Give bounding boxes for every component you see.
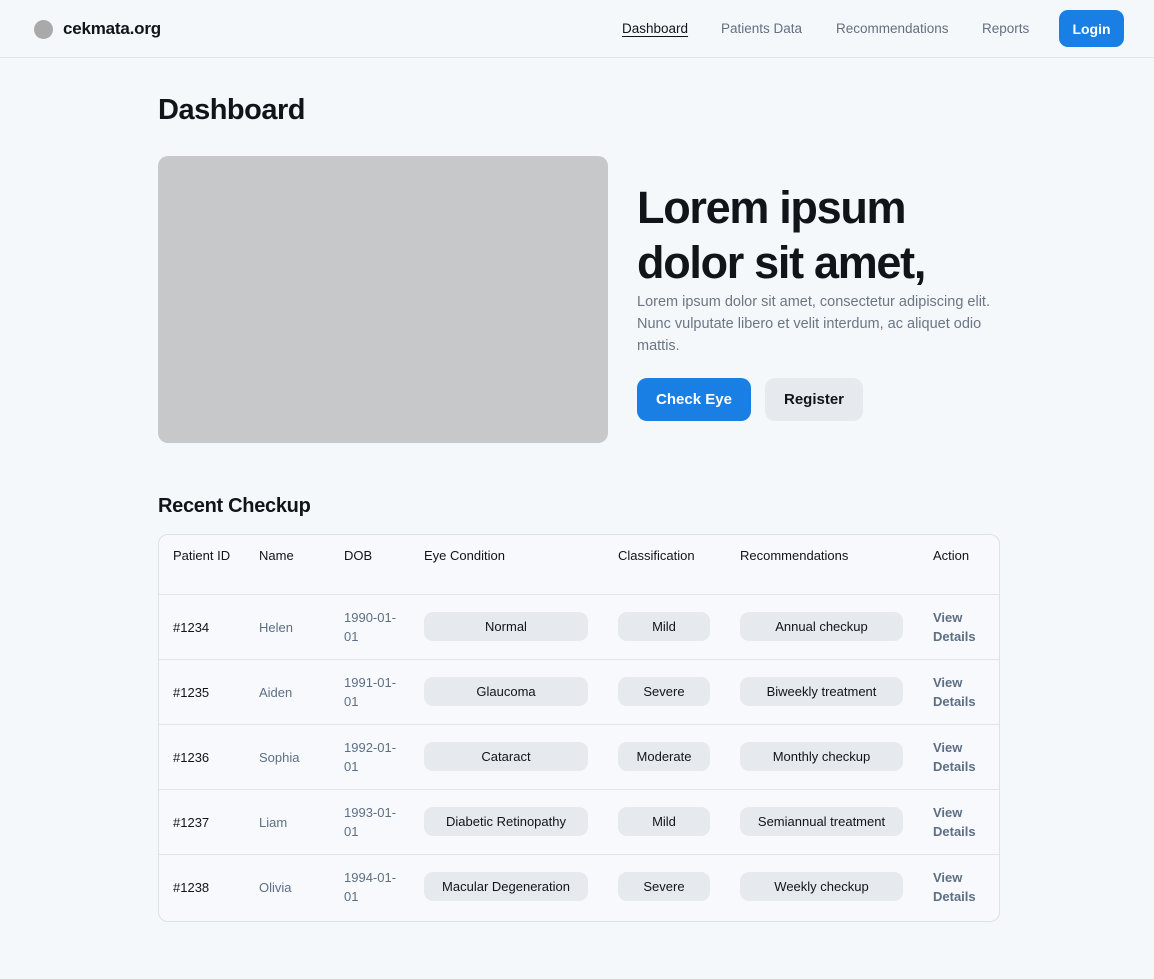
patient-name: Liam [259,815,288,830]
hero-heading: Lorem ipsum dolor sit amet, [637,182,926,288]
recommendation-badge: Weekly checkup [740,872,903,901]
patient-name: Olivia [259,880,292,895]
column-header-action: Action [933,548,970,563]
hero-description: Lorem ipsum dolor sit amet, consectetur … [637,294,990,354]
eye-condition-badge: Macular Degeneration [424,872,588,901]
hero-image-placeholder [158,156,608,443]
classification-badge: Severe [618,872,710,901]
view-details-link[interactable]: View Details [933,803,985,841]
eye-condition-badge: Diabetic Retinopathy [424,807,588,836]
eye-condition-badge: Glaucoma [424,677,588,706]
nav-item-patients-data[interactable]: Patients Data [721,21,802,36]
login-button[interactable]: Login [1059,10,1124,47]
eye-condition-badge: Normal [424,612,588,641]
table-row: #1237 Liam 1993-01-01 Diabetic Retinopat… [159,790,999,855]
main-nav: Dashboard Patients Data Recommendations … [0,0,1154,58]
classification-badge: Severe [618,677,710,706]
patient-dob: 1993-01-01 [344,805,397,839]
recommendation-badge: Monthly checkup [740,742,903,771]
patient-name: Sophia [259,750,300,765]
view-details-link[interactable]: View Details [933,608,985,646]
column-header-eye-condition: Eye Condition [424,548,505,563]
recommendation-badge: Annual checkup [740,612,903,641]
view-details-link[interactable]: View Details [933,868,985,906]
recommendation-badge: Semiannual treatment [740,807,903,836]
patient-dob: 1990-01-01 [344,610,397,644]
column-header-patient-id: Patient ID [173,548,231,563]
check-eye-button[interactable]: Check Eye [637,378,751,421]
patient-id: #1236 [173,750,210,765]
classification-badge: Mild [618,807,710,836]
patient-id: #1238 [173,880,210,895]
view-details-link[interactable]: View Details [933,673,985,711]
table-row: #1235 Aiden 1991-01-01 Glaucoma Severe B… [159,660,999,725]
column-header-name: Name [259,548,294,563]
table-header: Patient ID Name DOB Eye Condition Classi… [159,535,999,595]
patient-id: #1234 [173,620,210,635]
column-header-classification: Classification [618,548,695,563]
top-navbar: cekmata.org Dashboard Patients Data Reco… [0,0,1154,58]
patient-dob: 1991-01-01 [344,675,397,709]
patient-id: #1237 [173,815,210,830]
eye-condition-badge: Cataract [424,742,588,771]
classification-badge: Moderate [618,742,710,771]
table-row: #1238 Olivia 1994-01-01 Macular Degenera… [159,855,999,920]
register-button[interactable]: Register [765,378,863,421]
patient-name: Aiden [259,685,293,700]
nav-item-reports[interactable]: Reports [982,21,1029,36]
view-details-link[interactable]: View Details [933,738,985,776]
patient-dob: 1992-01-01 [344,740,397,774]
patient-dob: 1994-01-01 [344,870,397,904]
patient-id: #1235 [173,685,210,700]
page-title: Dashboard [158,94,305,126]
recent-checkup-title: Recent Checkup [158,495,311,517]
classification-badge: Mild [618,612,710,641]
column-header-dob: DOB [344,548,373,563]
table-row: #1234 Helen 1990-01-01 Normal Mild Annua… [159,595,999,660]
nav-item-dashboard[interactable]: Dashboard [622,21,688,36]
recent-checkup-table: Patient ID Name DOB Eye Condition Classi… [158,534,1000,922]
table-row: #1236 Sophia 1992-01-01 Cataract Moderat… [159,725,999,790]
nav-item-recommendations[interactable]: Recommendations [836,21,949,36]
patient-name: Helen [259,620,293,635]
recommendation-badge: Biweekly treatment [740,677,903,706]
column-header-recommendations: Recommendations [740,548,849,563]
